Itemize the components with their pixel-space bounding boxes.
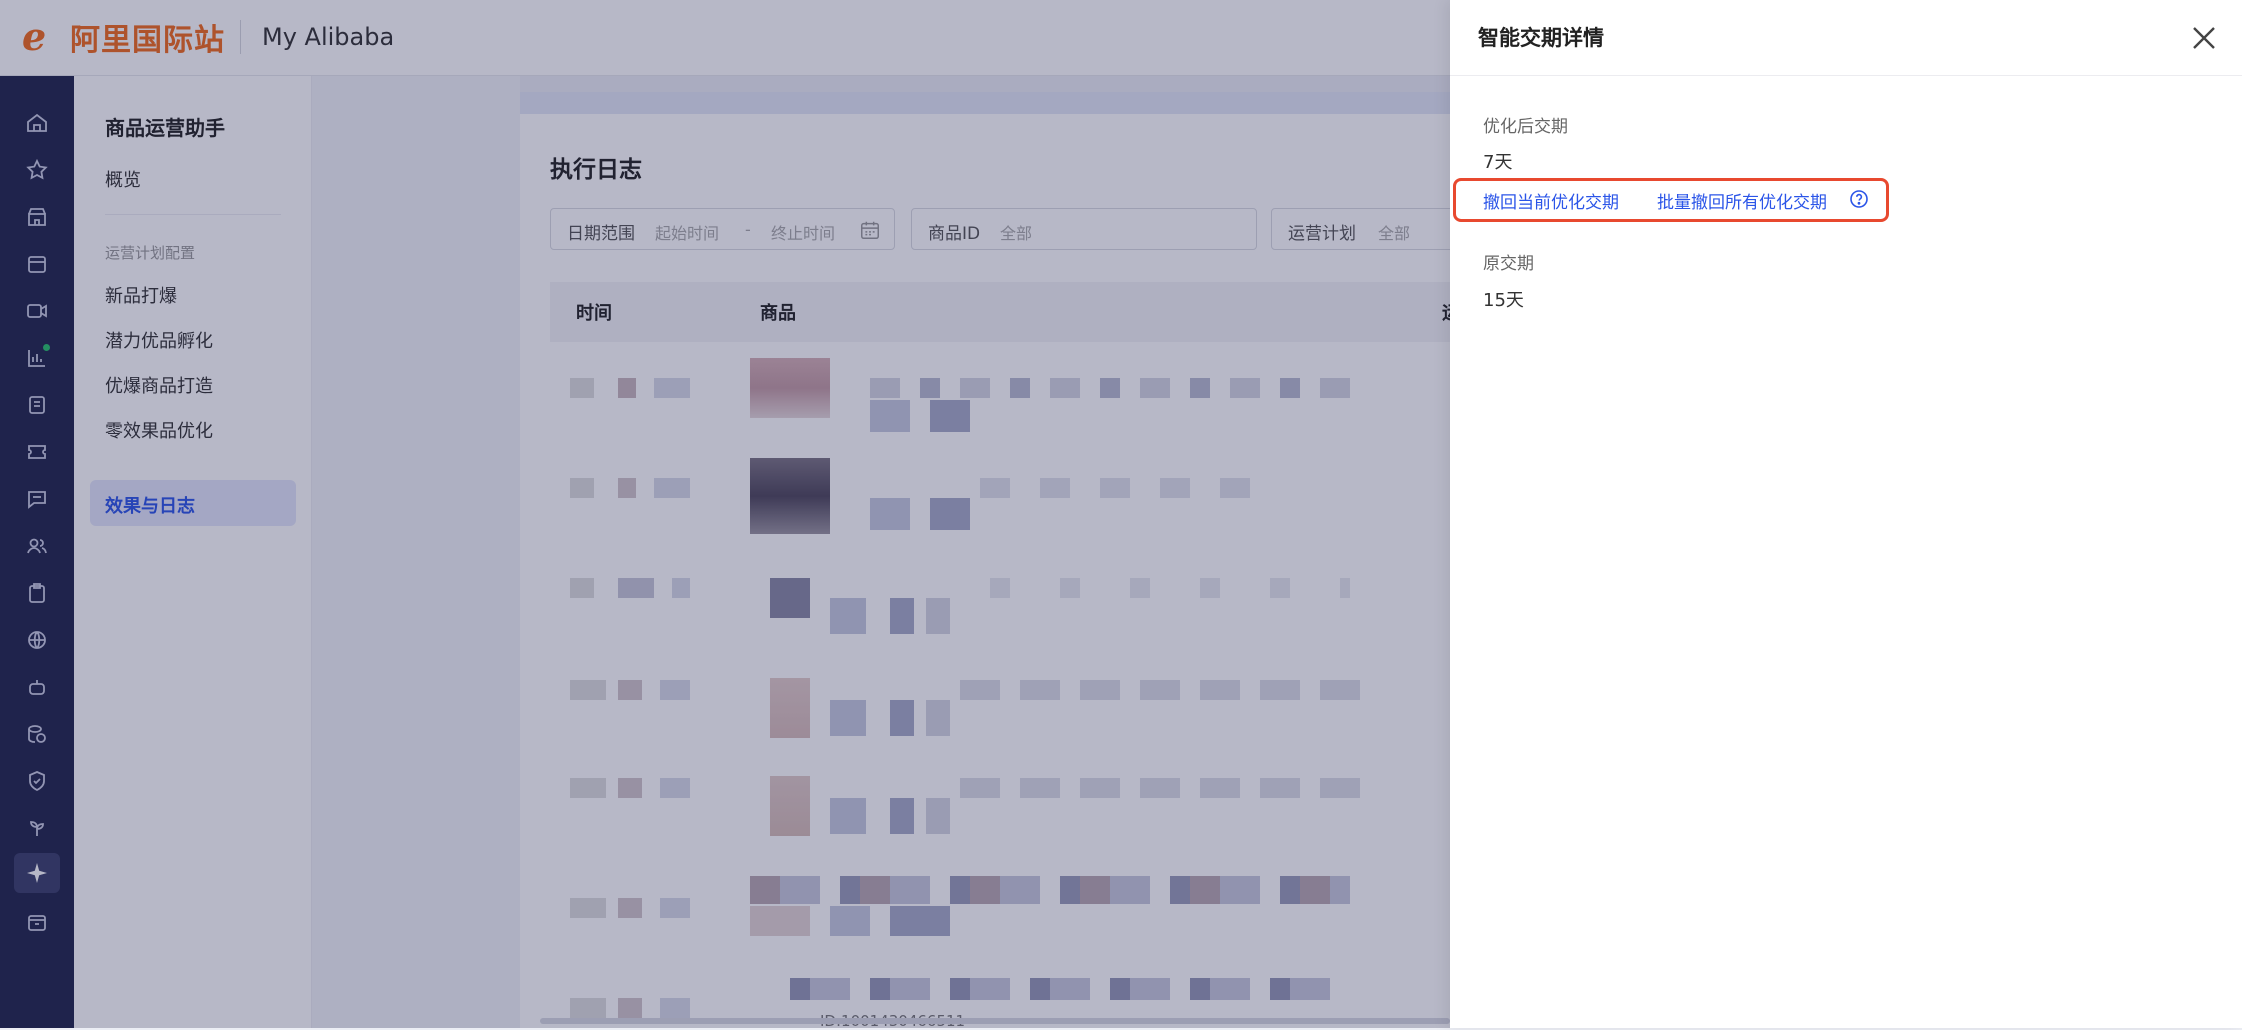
delivery-detail-drawer: 智能交期详情 优化后交期 7天 原交期 15天: [1450, 0, 2242, 1028]
revoke-all-link[interactable]: 批量撤回所有优化交期: [1657, 188, 1827, 213]
close-button[interactable]: [2186, 20, 2222, 56]
optimized-delivery-label: 优化后交期: [1483, 117, 1568, 137]
revoke-current-link[interactable]: 撤回当前优化交期: [1483, 188, 1619, 213]
optimized-delivery-value: 7天: [1483, 152, 1513, 173]
help-icon[interactable]: [1849, 189, 1869, 209]
overlay-mask[interactable]: [0, 0, 1450, 1028]
close-icon: [2193, 27, 2215, 49]
drawer-title: 智能交期详情: [1478, 26, 1604, 50]
original-delivery-value: 15天: [1483, 290, 1524, 311]
drawer-header: 智能交期详情: [1450, 0, 2242, 76]
original-delivery-label: 原交期: [1483, 254, 1534, 274]
